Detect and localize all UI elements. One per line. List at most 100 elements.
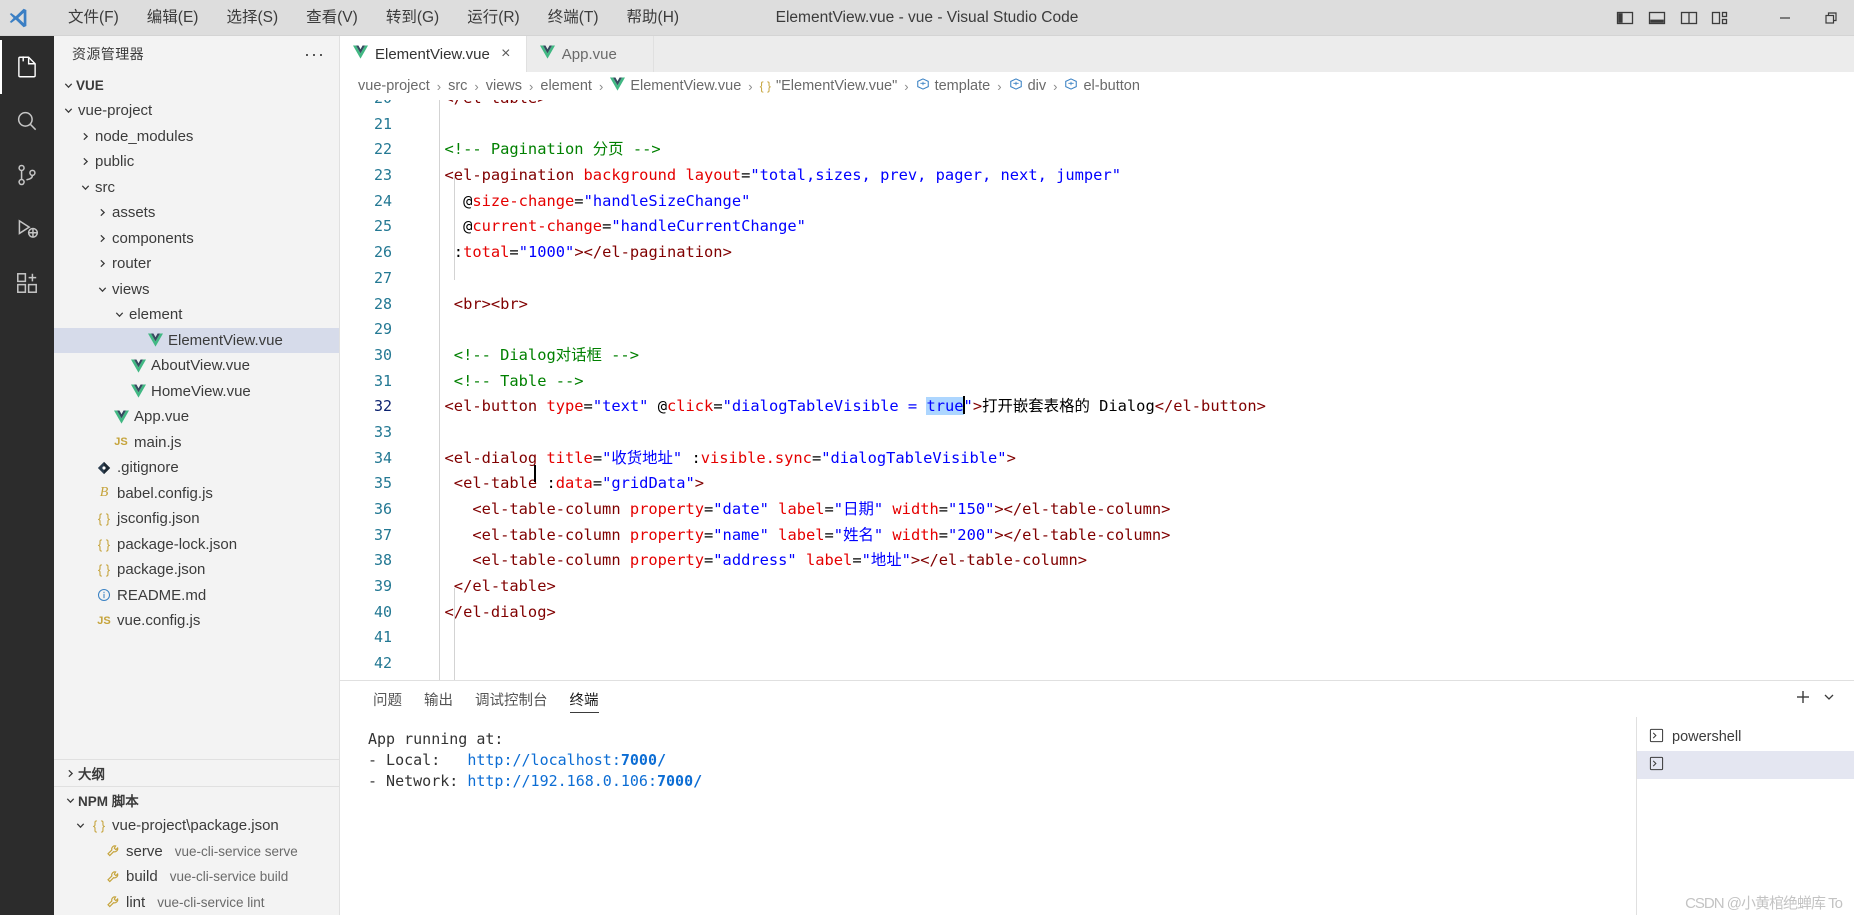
breadcrumb-item-el-button[interactable]: el-button [1064, 77, 1140, 95]
bottom-panel: 问题 输出 调试控制台 终端 App running at: - Local: … [340, 680, 1854, 915]
npm-script-build[interactable]: build vue-cli-service build [54, 864, 339, 890]
tree-item-vue-project[interactable]: vue-project [54, 98, 339, 124]
code-token: visible.sync [700, 448, 812, 467]
tree-item-package-lock-json[interactable]: { } package-lock.json [54, 532, 339, 558]
breadcrumb-item-views[interactable]: views [486, 78, 522, 94]
code-token: "地址" [861, 551, 911, 570]
chevron-right-icon [77, 156, 93, 167]
tree-item-views[interactable]: views [54, 277, 339, 303]
menu-go[interactable]: 转到(G) [372, 4, 453, 32]
explorer-tree[interactable]: VUE vue-project node_modules public src asse… [54, 72, 339, 759]
code-content[interactable]: </el-table> <!-- Pagination 分页 --> <el-p… [412, 100, 1854, 680]
tree-item-label: README.md [117, 586, 207, 604]
toggle-panel-icon[interactable] [1642, 3, 1672, 33]
terminal-instance-powershell[interactable]: powershell [1637, 723, 1854, 751]
tree-item-babel-config-js[interactable]: Bbabel.config.js [54, 481, 339, 507]
breadcrumb-item-element[interactable]: element [540, 78, 592, 94]
breadcrumb-item-template[interactable]: template [916, 77, 990, 95]
tree-item-package-json[interactable]: { } package.json [54, 557, 339, 583]
chevron-right-icon [94, 207, 110, 218]
tree-item-app-vue[interactable]: App.vue [54, 404, 339, 430]
tree-item-main-js[interactable]: JS main.js [54, 430, 339, 456]
editor-scrollbar[interactable] [1840, 100, 1854, 680]
sidebar-more-actions-icon[interactable]: ··· [304, 45, 325, 63]
menu-help[interactable]: 帮助(H) [613, 4, 694, 32]
menu-file[interactable]: 文件(F) [54, 4, 133, 32]
line-number: 41 [373, 628, 392, 647]
toggle-secondary-sidebar-icon[interactable] [1674, 3, 1704, 33]
tree-item-components[interactable]: components [54, 226, 339, 252]
line-number: 38 [373, 551, 392, 570]
braces-icon: { } [97, 511, 111, 527]
tree-item-gitignore[interactable]: .gitignore [54, 455, 339, 481]
code-token: <!-- Dialog对话框 --> [426, 345, 639, 364]
toggle-primary-sidebar-icon[interactable] [1610, 3, 1640, 33]
tree-item-label: babel.config.js [117, 484, 213, 502]
terminal-network-url[interactable]: http://192.168.0.106: [467, 772, 657, 790]
tree-item-vue-config-js[interactable]: JS vue.config.js [54, 608, 339, 634]
tab-app-vue[interactable]: App.vue × [526, 36, 654, 72]
tree-root-vue[interactable]: VUE [54, 72, 339, 98]
tree-item-public[interactable]: public [54, 149, 339, 175]
terminal-instance-secondary[interactable] [1637, 751, 1854, 779]
menu-view[interactable]: 查看(V) [292, 4, 372, 32]
restore-icon[interactable] [1808, 0, 1854, 36]
minimize-icon[interactable] [1762, 0, 1808, 36]
menu-selection[interactable]: 选择(S) [212, 4, 292, 32]
breadcrumb-item-label: el-button [1083, 78, 1140, 94]
chevron-down-icon[interactable] [1822, 690, 1836, 709]
menu-terminal[interactable]: 终端(T) [534, 4, 613, 32]
menu-run[interactable]: 运行(R) [453, 4, 534, 32]
panel-tab-debug-console[interactable]: 调试控制台 [464, 681, 559, 717]
panel-tab-terminal[interactable]: 终端 [559, 681, 610, 717]
code-line: </el-table> [426, 100, 1854, 112]
tab-elementview-vue[interactable]: ElementView.vue × [340, 36, 527, 72]
terminal-output[interactable]: App running at: - Local: http://localhos… [340, 717, 1636, 915]
line-numbers: 20 21 22 23 24 25 26 27 28 29 30 31 32 33 34 35 36 37 38 39… [340, 100, 412, 680]
breadcrumb-item-div[interactable]: div [1009, 77, 1046, 95]
tree-item-src[interactable]: src [54, 175, 339, 201]
terminal-local-port[interactable]: 7000/ [621, 751, 666, 769]
tree-item-homeview-vue[interactable]: HomeView.vue [54, 379, 339, 405]
menu-edit[interactable]: 编辑(E) [133, 4, 213, 32]
outline-section-header[interactable]: 大纲 [54, 760, 339, 786]
tree-item-router[interactable]: router [54, 251, 339, 277]
code-token: click [666, 397, 714, 416]
add-terminal-icon[interactable] [1794, 688, 1812, 711]
breadcrumb-item-elementview-vue[interactable]: { } "ElementView.vue" [760, 78, 898, 94]
customize-layout-icon[interactable] [1706, 3, 1736, 33]
run-debug-icon[interactable] [0, 202, 54, 256]
terminal-local-url[interactable]: http://localhost: [467, 751, 621, 769]
source-control-icon[interactable] [0, 148, 54, 202]
code-token: "date" [713, 500, 769, 518]
tree-item-assets[interactable]: assets [54, 200, 339, 226]
tree-item-elementview-vue[interactable]: ElementView.vue [54, 327, 339, 353]
explorer-icon[interactable] [0, 40, 54, 94]
tree-item-readme-md[interactable]: README.md [54, 583, 339, 609]
npm-script-lint[interactable]: lint vue-cli-service lint [54, 890, 339, 915]
tree-item-jsconfig-json[interactable]: { } jsconfig.json [54, 506, 339, 532]
panel-tab-problems[interactable]: 问题 [362, 681, 413, 717]
tree-item-aboutview-vue[interactable]: AboutView.vue [54, 353, 339, 379]
close-icon[interactable]: × [497, 46, 515, 62]
tree-item-node-modules[interactable]: node_modules [54, 124, 339, 150]
extensions-icon[interactable] [0, 256, 54, 310]
tab-label: App.vue [561, 45, 617, 63]
breadcrumb-separator-icon: › [748, 78, 753, 94]
code-editor[interactable]: 20 21 22 23 24 25 26 27 28 29 30 31 32 33 34 35 36 37 38 39… [340, 100, 1854, 680]
terminal-network-port[interactable]: 7000/ [657, 772, 702, 790]
npm-package-row[interactable]: { } vue-project\package.json [54, 813, 339, 839]
breadcrumb-item-vue-project[interactable]: vue-project [358, 78, 430, 94]
search-icon[interactable] [0, 94, 54, 148]
sidebar: 资源管理器 ··· VUE vue-project node_modules pub… [54, 36, 340, 915]
line-number: 42 [373, 654, 392, 673]
breadcrumb-item-elementview-vue[interactable]: ElementView.vue [610, 77, 741, 95]
breadcrumb-item-src[interactable]: src [448, 78, 467, 94]
code-token: = [811, 448, 822, 467]
npm-scripts-header[interactable]: NPM 脚本 [54, 787, 339, 813]
tree-item-element[interactable]: element [54, 302, 339, 328]
npm-script-serve[interactable]: serve vue-cli-service serve [54, 839, 339, 865]
panel-tab-output[interactable]: 输出 [413, 681, 464, 717]
title-bar: 文件(F) 编辑(E) 选择(S) 查看(V) 转到(G) 运行(R) 终端(T… [0, 0, 1854, 36]
